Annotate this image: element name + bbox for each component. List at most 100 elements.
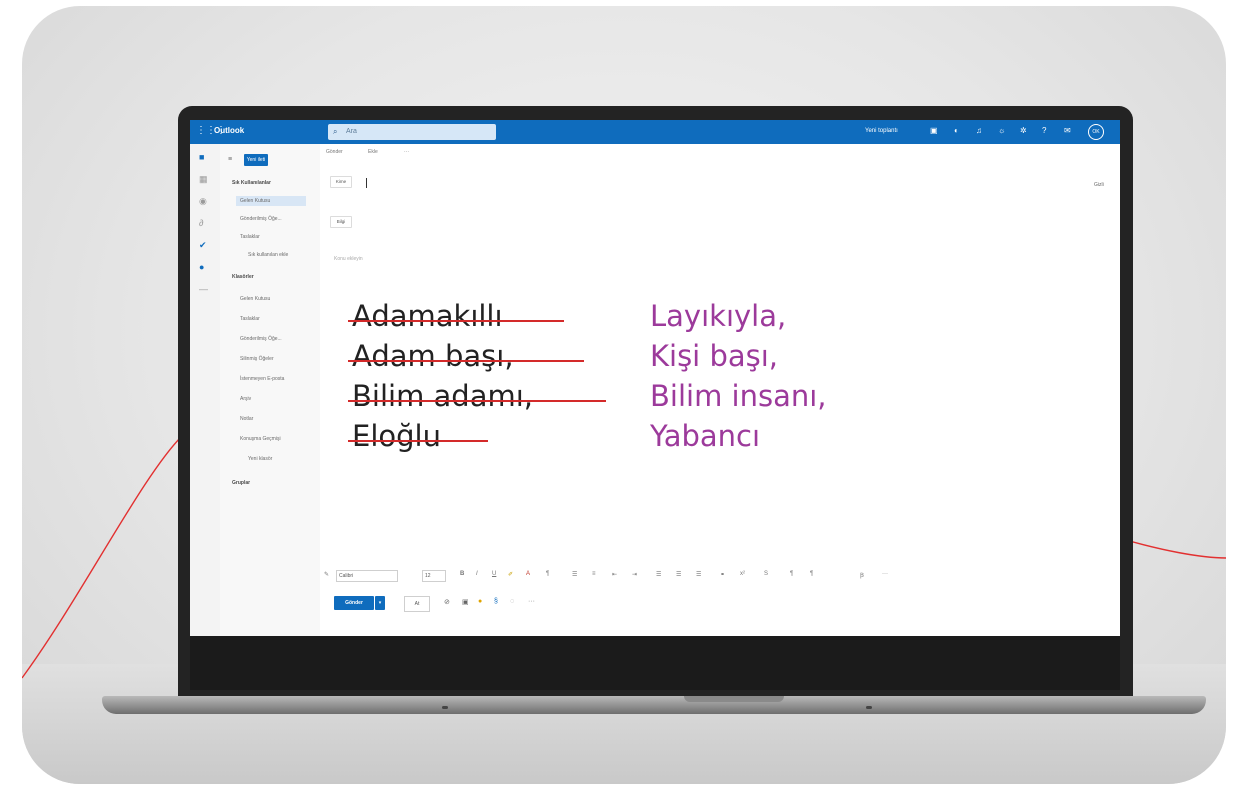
bell-icon[interactable]: ♫ [976, 126, 982, 135]
superscript-icon[interactable]: x² [740, 571, 745, 577]
attach-file-icon[interactable]: ⊘ [444, 598, 450, 606]
folders-header[interactable]: Klasörler [232, 274, 254, 280]
product-scene: ⋮⋮⋮ Outlook ⌕ Ara Yeni toplantı ▣ ◐ ♫ ☼ … [22, 6, 1226, 784]
old-word: Eloğlu [352, 419, 441, 453]
laptop-foot [866, 706, 872, 709]
rtl-icon[interactable]: ¶ [810, 571, 813, 577]
align-left-icon[interactable]: ☰ [656, 571, 661, 578]
folder-item[interactable]: Silinmiş Öğeler [240, 356, 274, 362]
discard-button[interactable]: At [404, 596, 430, 612]
groups-header[interactable]: Gruplar [232, 480, 250, 486]
cc-button[interactable]: Bilgi [330, 216, 352, 228]
compose-pane: Gönder Ekle ··· Kime Gizli Bilgi Konu ek… [320, 144, 1120, 636]
more-cmd[interactable]: ··· [404, 149, 409, 155]
font-select[interactable]: Calibri [336, 570, 398, 582]
folder-item[interactable]: Gelen Kutusu [240, 296, 270, 302]
teams-icon[interactable]: ▣ [930, 126, 938, 135]
link-icon[interactable]: ⚭ [720, 571, 725, 578]
new-word: Layıkıyla, [650, 299, 787, 333]
teams-rail-icon[interactable]: ● [199, 262, 204, 272]
laptop-base [102, 696, 1206, 714]
font-color-icon[interactable]: A [526, 571, 530, 577]
new-word: Kişi başı, [650, 339, 779, 373]
emoji-icon[interactable]: ● [478, 598, 482, 605]
gear-icon[interactable]: ✲ [1020, 126, 1027, 135]
ltr-icon[interactable]: ¶ [790, 571, 793, 577]
insert-image-icon[interactable]: ▣ [462, 598, 469, 606]
strike-line [348, 400, 606, 402]
bcc-link[interactable]: Gizli [1094, 182, 1104, 188]
more-send-options-icon[interactable]: ··· [528, 598, 535, 605]
search-placeholder: Ara [346, 128, 357, 135]
indent-icon[interactable]: ⇥ [632, 571, 637, 578]
app-title: Outlook [214, 126, 245, 135]
bullets-icon[interactable]: ☰ [572, 571, 577, 578]
font-size-select[interactable]: 12 [422, 570, 446, 582]
new-word: Bilim insanı, [650, 379, 827, 413]
skype-icon[interactable]: ◐ [954, 126, 959, 135]
app-rail: ■ ▦ ◉ ∂ ✔ ● — [190, 144, 220, 636]
search-box[interactable]: ⌕ Ara [328, 124, 496, 140]
brush-icon[interactable]: ✎ [324, 571, 329, 578]
new-word: Yabancı [650, 419, 761, 453]
search-icon: ⌕ [333, 127, 338, 136]
folder-item[interactable]: İstenmeyen E-posta [240, 376, 284, 382]
signature-icon[interactable]: ◌ [510, 598, 514, 605]
clear-format-icon[interactable]: Ꞵ [860, 571, 864, 579]
add-favorite-link[interactable]: Sık kullanılan ekle [248, 252, 288, 258]
folder-item[interactable]: Konuşma Geçmişi [240, 436, 281, 442]
sensitivity-icon[interactable]: § [494, 598, 498, 605]
laptop-chin [190, 636, 1120, 690]
feedback-icon[interactable]: ✉ [1064, 126, 1071, 135]
folder-drafts-fav[interactable]: Taslaklar [240, 234, 260, 240]
todo-icon[interactable]: ✔ [199, 240, 207, 251]
new-mail-button[interactable]: Yeni ileti [244, 154, 268, 166]
subject-input[interactable]: Konu ekleyin [334, 256, 363, 262]
insert-cmd[interactable]: Ekle [368, 149, 378, 155]
collapse-icon[interactable]: ≡ [228, 156, 232, 163]
format-bar: ✎ Calibri 12 B I U ✐ A ¶ ☰ ≡ ⇤ ⇥ ☰ ☰ ☰ ⚭… [320, 569, 1120, 583]
strikethrough-icon[interactable]: S [764, 571, 768, 577]
highlight-icon[interactable]: ✐ [508, 571, 513, 578]
more-apps-icon[interactable]: — [199, 284, 208, 294]
underline-icon[interactable]: U [492, 571, 496, 577]
attach-icon[interactable]: ∂ [199, 218, 203, 228]
send-bar: Gönder ▾ At ⊘ ▣ ● § ◌ ··· [320, 590, 1120, 614]
styles-icon[interactable]: ¶ [546, 571, 549, 577]
folder-item[interactable]: Arşiv [240, 396, 251, 402]
folder-item[interactable]: Taslaklar [240, 316, 260, 322]
send-button[interactable]: Gönder [334, 596, 374, 610]
folder-inbox-fav[interactable]: Gelen Kutusu [236, 196, 306, 206]
more-format-icon[interactable]: ··· [882, 571, 888, 577]
bold-icon[interactable]: B [460, 571, 464, 577]
italic-icon[interactable]: I [476, 571, 478, 577]
to-button[interactable]: Kime [330, 176, 352, 188]
mail-icon[interactable]: ■ [199, 152, 204, 162]
command-bar: Gönder Ekle ··· [320, 144, 1120, 160]
numbering-icon[interactable]: ≡ [592, 571, 596, 577]
avatar[interactable]: OK [1088, 124, 1104, 140]
folder-item[interactable]: Notlar [240, 416, 253, 422]
to-input-caret[interactable] [366, 178, 367, 188]
old-word: Adamakıllı [352, 299, 503, 333]
laptop-foot [442, 706, 448, 709]
calendar-icon[interactable]: ▦ [199, 174, 208, 185]
send-options-icon[interactable]: ▾ [375, 596, 385, 610]
people-icon[interactable]: ◉ [199, 196, 207, 207]
help-icon[interactable]: ? [1042, 126, 1046, 135]
laptop-notch [684, 696, 784, 702]
outdent-icon[interactable]: ⇤ [612, 571, 617, 578]
strike-line [348, 320, 564, 322]
folder-sent-fav[interactable]: Gönderilmiş Öğe... [240, 216, 282, 222]
lightbulb-icon[interactable]: ☼ [998, 126, 1005, 135]
new-folder-link[interactable]: Yeni klasör [248, 456, 272, 462]
send-cmd[interactable]: Gönder [326, 149, 343, 155]
strike-line [348, 440, 488, 442]
new-meeting-button[interactable]: Yeni toplantı [865, 128, 898, 134]
folder-item[interactable]: Gönderilmiş Öğe... [240, 336, 282, 342]
old-word: Adam başı, [352, 339, 514, 373]
align-right-icon[interactable]: ☰ [696, 571, 701, 578]
folder-pane: ≡ Yeni ileti Sık Kullanılanlar Gelen Kut… [220, 144, 320, 636]
align-center-icon[interactable]: ☰ [676, 571, 681, 578]
favorites-header[interactable]: Sık Kullanılanlar [232, 180, 271, 186]
